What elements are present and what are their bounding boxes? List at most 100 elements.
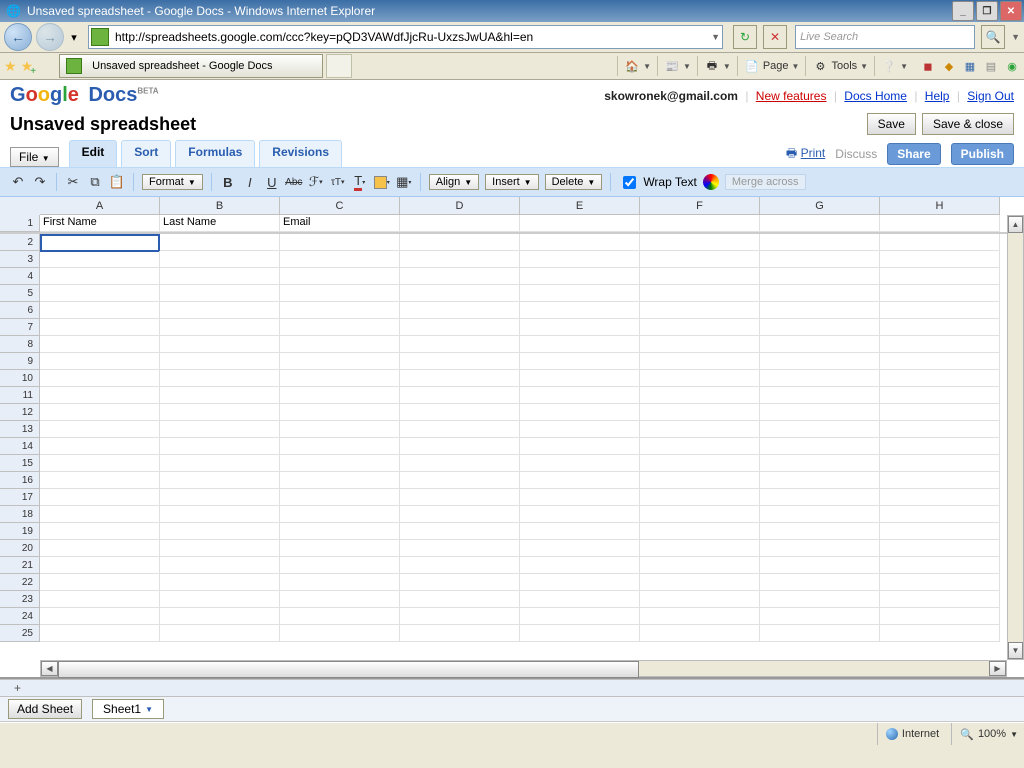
cell-F11[interactable] [640, 387, 760, 404]
cell-F25[interactable] [640, 625, 760, 642]
column-header-H[interactable]: H [880, 197, 1000, 215]
cell-E19[interactable] [520, 523, 640, 540]
row-header-12[interactable]: 12 [0, 404, 40, 421]
add-sheet-button[interactable]: Add Sheet [8, 699, 82, 719]
cell-B25[interactable] [160, 625, 280, 642]
cell-A5[interactable] [40, 285, 160, 302]
refresh-button[interactable]: ↻ [733, 25, 757, 49]
cell-D11[interactable] [400, 387, 520, 404]
cell-E11[interactable] [520, 387, 640, 404]
cell-B14[interactable] [160, 438, 280, 455]
cell-D10[interactable] [400, 370, 520, 387]
cell-G16[interactable] [760, 472, 880, 489]
cell-A24[interactable] [40, 608, 160, 625]
cell-A6[interactable] [40, 302, 160, 319]
column-header-C[interactable]: C [280, 197, 400, 215]
row-header-9[interactable]: 9 [0, 353, 40, 370]
cell-F14[interactable] [640, 438, 760, 455]
cell-A11[interactable] [40, 387, 160, 404]
cell-H15[interactable] [880, 455, 1000, 472]
cell-A10[interactable] [40, 370, 160, 387]
cell-B15[interactable] [160, 455, 280, 472]
browser-tab[interactable]: Unsaved spreadsheet - Google Docs [59, 54, 323, 78]
cell-G3[interactable] [760, 251, 880, 268]
cell-C16[interactable] [280, 472, 400, 489]
cell-E5[interactable] [520, 285, 640, 302]
cell-C8[interactable] [280, 336, 400, 353]
cell-E16[interactable] [520, 472, 640, 489]
new-tab-button[interactable] [326, 54, 352, 78]
minimize-button[interactable]: _ [952, 1, 974, 21]
extra-icon-1[interactable]: ◼ [920, 58, 936, 74]
insert-menu[interactable]: Insert▼ [485, 174, 538, 190]
cell-A13[interactable] [40, 421, 160, 438]
row-header-14[interactable]: 14 [0, 438, 40, 455]
cell-F7[interactable] [640, 319, 760, 336]
column-header-A[interactable]: A [40, 197, 160, 215]
discuss-button[interactable]: Discuss [835, 147, 877, 161]
cell-D8[interactable] [400, 336, 520, 353]
cell-A17[interactable] [40, 489, 160, 506]
cell-H8[interactable] [880, 336, 1000, 353]
new-features-link[interactable]: New features [756, 89, 827, 103]
column-header-E[interactable]: E [520, 197, 640, 215]
share-button[interactable]: Share [887, 143, 940, 165]
cell-B12[interactable] [160, 404, 280, 421]
horizontal-scrollbar[interactable]: ◀ ▶ [40, 660, 1007, 677]
cell-G12[interactable] [760, 404, 880, 421]
cell-E8[interactable] [520, 336, 640, 353]
cell-C25[interactable] [280, 625, 400, 642]
undo-icon[interactable]: ↶ [10, 174, 26, 190]
cell-F17[interactable] [640, 489, 760, 506]
cell-B19[interactable] [160, 523, 280, 540]
row-header-5[interactable]: 5 [0, 285, 40, 302]
row-header-19[interactable]: 19 [0, 523, 40, 540]
select-all-corner[interactable] [0, 197, 41, 216]
cell-H10[interactable] [880, 370, 1000, 387]
cell-H3[interactable] [880, 251, 1000, 268]
cell-F13[interactable] [640, 421, 760, 438]
column-header-G[interactable]: G [760, 197, 880, 215]
align-menu[interactable]: Align▼ [429, 174, 479, 190]
cell-A4[interactable] [40, 268, 160, 285]
cell-C22[interactable] [280, 574, 400, 591]
help-link[interactable]: Help [925, 89, 950, 103]
underline-icon[interactable]: U [264, 174, 280, 190]
tab-revisions[interactable]: Revisions [259, 140, 342, 167]
cell-E2[interactable] [520, 234, 640, 251]
cell-A7[interactable] [40, 319, 160, 336]
favorites-icon[interactable]: ★ [4, 58, 17, 75]
add-favorite-icon[interactable]: ★+ [21, 58, 34, 75]
address-dropdown-icon[interactable]: ▼ [711, 32, 720, 42]
row-header-23[interactable]: 23 [0, 591, 40, 608]
cell-C3[interactable] [280, 251, 400, 268]
cell-E4[interactable] [520, 268, 640, 285]
cell-H12[interactable] [880, 404, 1000, 421]
cell-D25[interactable] [400, 625, 520, 642]
cell-A22[interactable] [40, 574, 160, 591]
restore-button[interactable]: ❐ [976, 1, 998, 21]
cell-D16[interactable] [400, 472, 520, 489]
search-go-button[interactable]: 🔍 [981, 25, 1005, 49]
row-header-13[interactable]: 13 [0, 421, 40, 438]
cell-B18[interactable] [160, 506, 280, 523]
stop-button[interactable]: ✕ [763, 25, 787, 49]
cell-F9[interactable] [640, 353, 760, 370]
text-color-icon[interactable]: T▾ [352, 174, 368, 190]
cell-G23[interactable] [760, 591, 880, 608]
file-menu[interactable]: File ▼ [10, 147, 59, 167]
cell-A8[interactable] [40, 336, 160, 353]
cell-D22[interactable] [400, 574, 520, 591]
cell-H19[interactable] [880, 523, 1000, 540]
cell-C2[interactable] [280, 234, 400, 251]
cell-C6[interactable] [280, 302, 400, 319]
cell-D7[interactable] [400, 319, 520, 336]
home-button[interactable]: 🏠▼ [617, 56, 651, 76]
cell-F4[interactable] [640, 268, 760, 285]
cell-B23[interactable] [160, 591, 280, 608]
cell-G19[interactable] [760, 523, 880, 540]
cell-F5[interactable] [640, 285, 760, 302]
cell-G20[interactable] [760, 540, 880, 557]
cell-H7[interactable] [880, 319, 1000, 336]
cell-H22[interactable] [880, 574, 1000, 591]
